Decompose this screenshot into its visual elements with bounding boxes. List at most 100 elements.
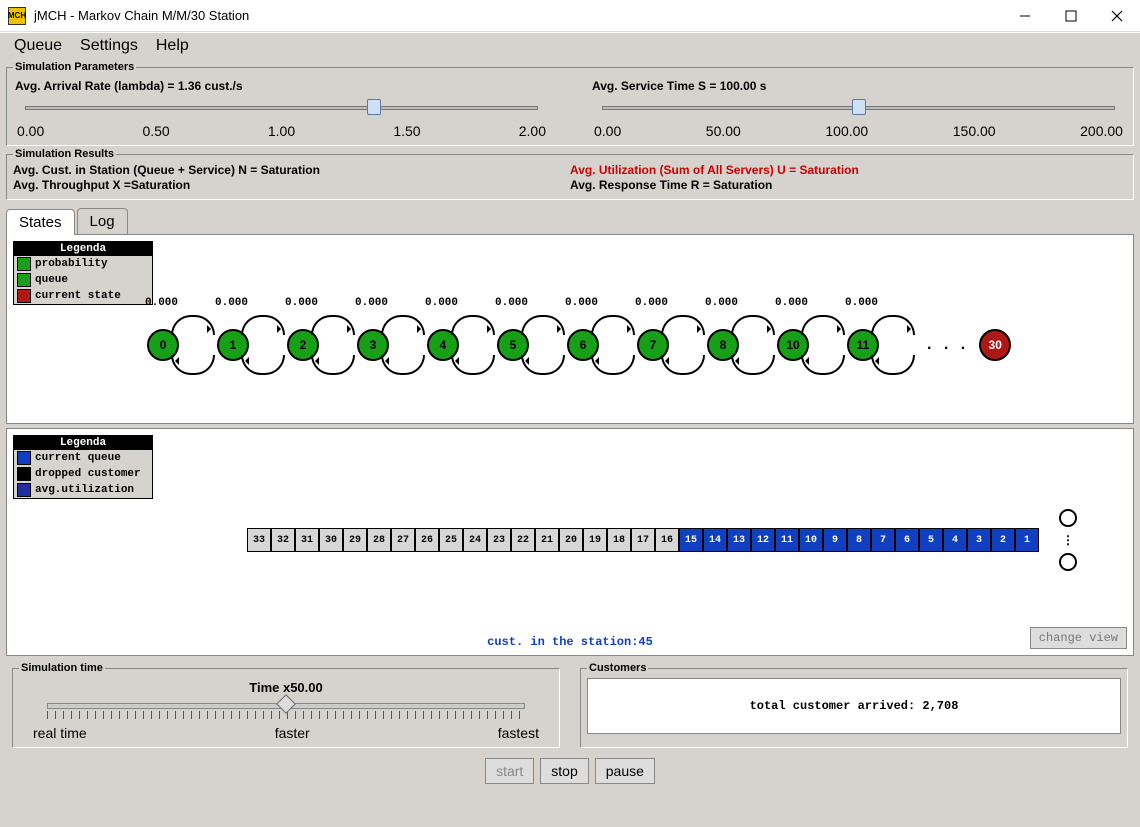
state-node: 40.000 [427,329,459,361]
simulation-time-legend: Simulation time [19,662,105,674]
start-button[interactable]: start [485,758,534,784]
queue-cell: 26 [415,528,439,552]
queue-panel: Legenda current queue dropped customer a… [6,428,1134,656]
queue-cell: 32 [271,528,295,552]
tick: 150.00 [953,123,996,139]
queue-cell: 27 [391,528,415,552]
queue-cells: 3332313029282726252423222120191817161514… [247,528,1039,552]
app-icon: MCH [8,7,26,25]
queue-cell-filled: 3 [967,528,991,552]
time-slider[interactable] [47,699,525,725]
legend-label: current queue [35,452,121,464]
simulation-parameters-group: Simulation Parameters Avg. Arrival Rate … [6,61,1134,146]
tick: 0.50 [142,123,169,139]
tick: 100.00 [825,123,868,139]
tick: 200.00 [1080,123,1123,139]
queue-cell-filled: 15 [679,528,703,552]
menu-queue[interactable]: Queue [14,37,62,55]
queue-cell-filled: 8 [847,528,871,552]
queue-cell: 33 [247,528,271,552]
state-node: 100.000 [777,329,809,361]
tabs: States Log [6,208,1134,234]
state-probability: 0.000 [355,297,388,309]
state-node: 00.000 [147,329,179,361]
lambda-slider[interactable] [25,99,538,117]
state-probability: 0.000 [145,297,178,309]
legend-label: current state [35,290,121,302]
close-button[interactable] [1094,0,1140,32]
tick: 2.00 [519,123,546,139]
queue-cell-filled: 13 [727,528,751,552]
queue-cell-filled: 12 [751,528,775,552]
server-node-icon [1059,509,1077,527]
legend-swatch-probability [17,257,31,271]
server-nodes: ⋮ [1059,509,1077,571]
queue-cell: 23 [487,528,511,552]
state-node-current: 300.000 [979,329,1011,361]
window-title: jMCH - Markov Chain M/M/30 Station [34,8,249,23]
close-icon [1111,10,1123,22]
queue-row: 3332313029282726252423222120191817161514… [247,509,1103,571]
state-node: 20.000 [287,329,319,361]
state-probability: 0.000 [285,297,318,309]
result-u: Avg. Utilization (Sum of All Servers) U … [570,163,1127,177]
simulation-time-group: Simulation time Time x50.00 real time fa… [12,662,560,748]
stop-button[interactable]: stop [540,758,588,784]
legend-title: Legenda [14,242,152,256]
queue-cell: 19 [583,528,607,552]
queue-cell: 17 [631,528,655,552]
time-multiplier-label: Time x50.00 [19,680,553,695]
result-n: Avg. Cust. in Station (Queue + Service) … [13,163,570,177]
chain-ellipsis-icon: . . . [927,336,969,354]
server-ellipsis-icon: ⋮ [1062,533,1074,547]
lambda-ticks: 0.00 0.50 1.00 1.50 2.00 [17,123,546,139]
legend-title: Legenda [14,436,152,450]
result-r: Avg. Response Time R = Saturation [570,178,1127,192]
state-node: 110.000 [847,329,879,361]
menu-settings[interactable]: Settings [80,37,138,55]
maximize-icon [1065,10,1077,22]
queue-legend: Legenda current queue dropped customer a… [13,435,153,499]
legend-label: avg.utilization [35,484,134,496]
window-controls [1002,0,1140,32]
lambda-slider-thumb[interactable] [367,99,381,115]
queue-cell-filled: 6 [895,528,919,552]
pause-button[interactable]: pause [595,758,655,784]
tick: 1.00 [268,123,295,139]
queue-cell: 22 [511,528,535,552]
server-node-icon [1059,553,1077,571]
menu-help[interactable]: Help [156,37,189,55]
state-node: 70.000 [637,329,669,361]
legend-swatch-current-queue [17,451,31,465]
service-slider-thumb[interactable] [852,99,866,115]
queue-cell-filled: 2 [991,528,1015,552]
change-view-button[interactable]: change view [1030,627,1127,649]
states-panel: Legenda probability queue current state … [6,234,1134,424]
tab-states[interactable]: States [6,209,75,235]
tick: 0.00 [594,123,621,139]
state-probability: 0.000 [705,297,738,309]
maximize-button[interactable] [1048,0,1094,32]
queue-cell: 31 [295,528,319,552]
queue-cell-filled: 5 [919,528,943,552]
simulation-results-group: Simulation Results Avg. Cust. in Station… [6,148,1134,200]
lambda-label: Avg. Arrival Rate (lambda) = 1.36 cust./… [15,79,550,93]
legend-swatch-queue [17,273,31,287]
state-probability: 0.000 [215,297,248,309]
minimize-icon [1019,10,1031,22]
state-probability: 0.000 [635,297,668,309]
playback-controls: start stop pause [0,758,1140,784]
queue-cell-filled: 11 [775,528,799,552]
queue-cell: 30 [319,528,343,552]
service-slider[interactable] [602,99,1115,117]
state-node: 80.000 [707,329,739,361]
states-legend: Legenda probability queue current state [13,241,153,305]
queue-cell-filled: 1 [1015,528,1039,552]
customers-in-station: cust. in the station:45 [487,635,653,649]
tab-log[interactable]: Log [77,208,128,234]
minimize-button[interactable] [1002,0,1048,32]
queue-cell: 21 [535,528,559,552]
markov-chain: 00.00010.00020.00030.00040.00050.00060.0… [147,295,1123,395]
result-x: Avg. Throughput X =Saturation [13,178,570,192]
state-node: 30.000 [357,329,389,361]
